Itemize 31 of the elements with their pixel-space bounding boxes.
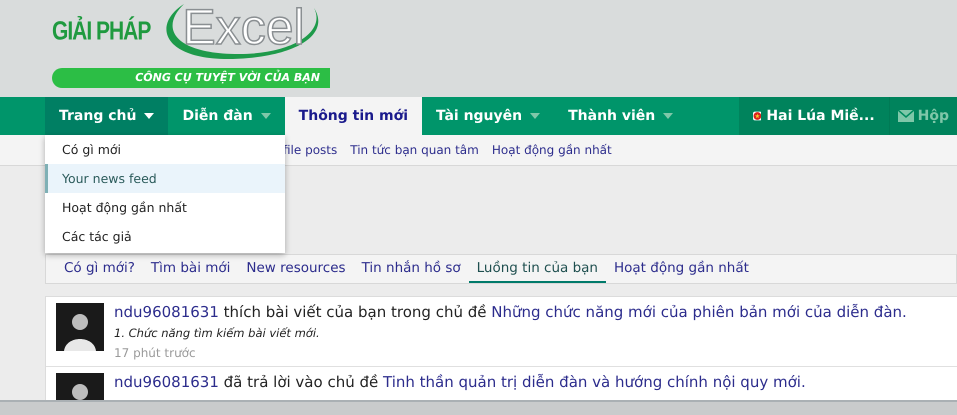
nav-tab[interactable]: Thành viên [554, 97, 688, 135]
post-snippet: 1. Chức năng tìm kiếm bài viết mới. [114, 326, 321, 340]
envelope-icon [898, 110, 914, 122]
avatar-icon [56, 303, 104, 351]
feed-tab[interactable]: Luồng tin của bạn [468, 255, 606, 283]
feed-text: ndu96081631 đã trả lời vào chủ đề Tinh thần quản trị diễn đàn và hướng chính nội quy mới. [114, 373, 806, 391]
user-menu[interactable]: Hai Lúa Miề... [738, 97, 889, 135]
thread-link[interactable]: Tinh thần quản trị diễn đàn và hướng chính nội quy mới. [383, 373, 806, 391]
timestamp: 17 phút trước [114, 346, 197, 360]
nav-tab[interactable]: Thông tin mới [284, 97, 422, 135]
subnav-link[interactable]: Hoạt động gần nhất [492, 143, 612, 157]
thread-link[interactable]: Những chức năng mới của phiên bản mới của diễn đàn. [491, 303, 907, 321]
feed-text: ndu96081631 thích bài viết của bạn trong chủ đề Những chức năng mới của phiên bản mới của diễn đàn. [114, 303, 907, 321]
nav-tab[interactable]: Tài nguyên [422, 97, 554, 135]
feed-tab[interactable]: Hoạt động gần nhất [606, 255, 757, 283]
feed-tab[interactable]: Có gì mới? [56, 255, 143, 283]
feed-tab[interactable]: Tìm bài mới [142, 255, 238, 283]
feed-tab[interactable]: New resources [238, 255, 354, 283]
horizontal-scrollbar[interactable] [0, 400, 957, 415]
user-link[interactable]: ndu96081631 [114, 373, 219, 391]
nav-tab[interactable]: Diễn đàn [168, 97, 285, 135]
menu-item[interactable]: Hoạt động gần nhất [45, 193, 285, 222]
user-link[interactable]: ndu96081631 [114, 303, 219, 321]
logo-brand-text: GIẢI PHÁP [52, 17, 150, 47]
feed-tab[interactable]: Tin nhắn hồ sơ [354, 255, 469, 283]
menu-item[interactable]: Có gì mới [45, 135, 285, 164]
subnav-link[interactable]: Tin tức bạn quan tâm [350, 143, 479, 157]
nav-tab[interactable]: Trang chủ [45, 97, 168, 135]
menu-item[interactable]: Your news feed [45, 164, 285, 193]
menu-item[interactable]: Các tác giả [45, 222, 285, 251]
logo-tagline: CÔNG CỤ TUYỆT VỜI CỦA BẠN [52, 68, 330, 88]
